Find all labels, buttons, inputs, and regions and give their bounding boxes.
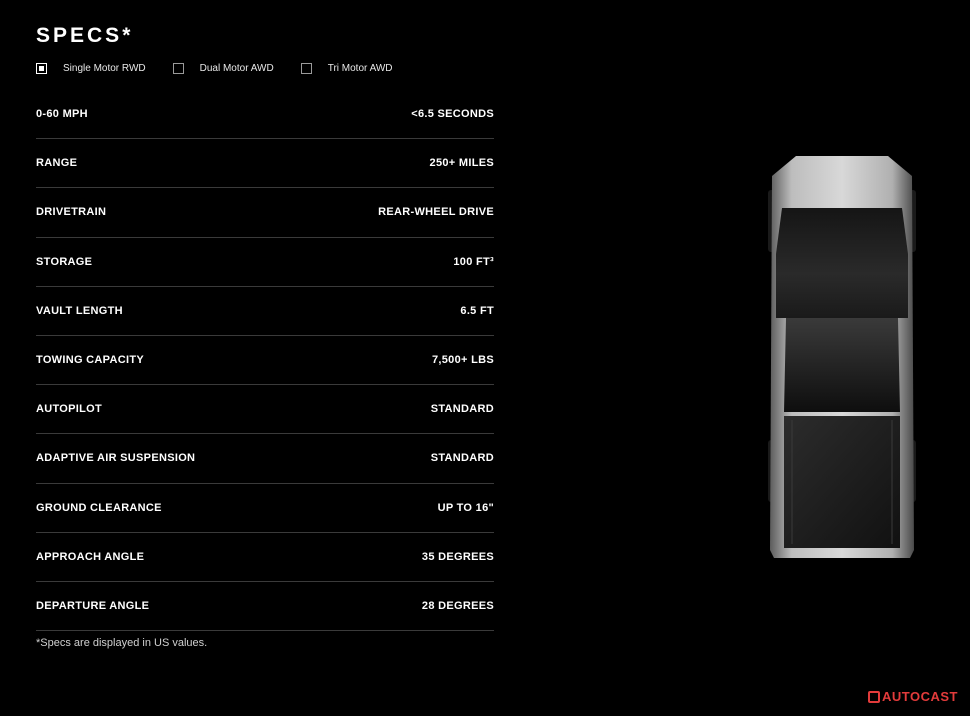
spec-label: TOWING CAPACITY <box>36 354 144 367</box>
spec-row-approach-angle: APPROACH ANGLE 35 DEGREES <box>36 533 494 582</box>
option-tri-motor-awd[interactable]: Tri Motor AWD <box>300 62 393 74</box>
single-motor-checkbox[interactable] <box>36 62 47 74</box>
motor-options: Single Motor RWD Dual Motor AWD Tri Moto… <box>36 61 420 75</box>
option-dual-motor-awd[interactable]: Dual Motor AWD <box>172 62 274 74</box>
dual-motor-label: Dual Motor AWD <box>199 62 274 74</box>
spec-value: 7,500+ LBS <box>431 354 494 367</box>
single-motor-label: Single Motor RWD <box>63 62 146 74</box>
spec-row-autopilot: AUTOPILOT STANDARD <box>36 385 494 435</box>
tri-motor-checkbox[interactable] <box>300 62 312 74</box>
spec-label: DEPARTURE ANGLE <box>36 599 150 612</box>
spec-value: UP TO 16" <box>437 501 494 514</box>
option-single-motor-rwd[interactable]: Single Motor RWD <box>36 62 146 74</box>
spec-row-towing-capacity: TOWING CAPACITY 7,500+ LBS <box>36 336 494 386</box>
spec-value: 250+ MILES <box>429 157 494 170</box>
truck-top-view-image <box>768 156 916 558</box>
page-title: SPECS* <box>36 24 134 47</box>
watermark-text: AUTOCAST <box>882 689 958 704</box>
spec-label: 0-60 MPH <box>36 108 88 121</box>
spec-label: VAULT LENGTH <box>36 304 123 317</box>
spec-row-air-suspension: ADAPTIVE AIR SUSPENSION STANDARD <box>36 434 494 484</box>
spec-value: REAR-WHEEL DRIVE <box>378 206 494 219</box>
spec-row-range: RANGE 250+ MILES <box>36 139 494 189</box>
spec-label: AUTOPILOT <box>36 403 103 416</box>
truck-body <box>768 156 916 558</box>
dual-motor-checkbox[interactable] <box>172 62 184 74</box>
spec-row-ground-clearance: GROUND CLEARANCE UP TO 16" <box>36 484 494 533</box>
spec-row-vault-length: VAULT LENGTH 6.5 FT <box>36 287 494 336</box>
tri-motor-label: Tri Motor AWD <box>327 62 393 74</box>
spec-value: STANDARD <box>430 403 494 416</box>
spec-value: STANDARD <box>430 452 494 465</box>
autocast-watermark: AUTOCAST <box>868 689 958 704</box>
spec-value: 100 FT³ <box>453 255 494 268</box>
spec-row-storage: STORAGE 100 FT³ <box>36 238 494 287</box>
spec-value: 28 DEGREES <box>421 599 494 612</box>
spec-label: RANGE <box>36 157 78 170</box>
spec-row-drivetrain: DRIVETRAIN REAR-WHEEL DRIVE <box>36 188 494 238</box>
spec-label: GROUND CLEARANCE <box>36 501 162 514</box>
spec-row-0-60: 0-60 MPH <6.5 SECONDS <box>36 90 494 140</box>
spec-label: DRIVETRAIN <box>36 206 107 219</box>
spec-label: APPROACH ANGLE <box>36 550 145 563</box>
spec-value: 35 DEGREES <box>421 550 494 563</box>
spec-label: ADAPTIVE AIR SUSPENSION <box>36 452 196 465</box>
autocast-logo-icon <box>868 690 881 703</box>
spec-row-departure-angle: DEPARTURE ANGLE 28 DEGREES <box>36 582 494 632</box>
spec-table: 0-60 MPH <6.5 SECONDS RANGE 250+ MILES D… <box>36 90 494 632</box>
specs-footnote: *Specs are displayed in US values. <box>36 637 208 649</box>
spec-label: STORAGE <box>36 255 93 268</box>
spec-value: <6.5 SECONDS <box>411 108 494 121</box>
spec-value: 6.5 FT <box>460 304 494 317</box>
